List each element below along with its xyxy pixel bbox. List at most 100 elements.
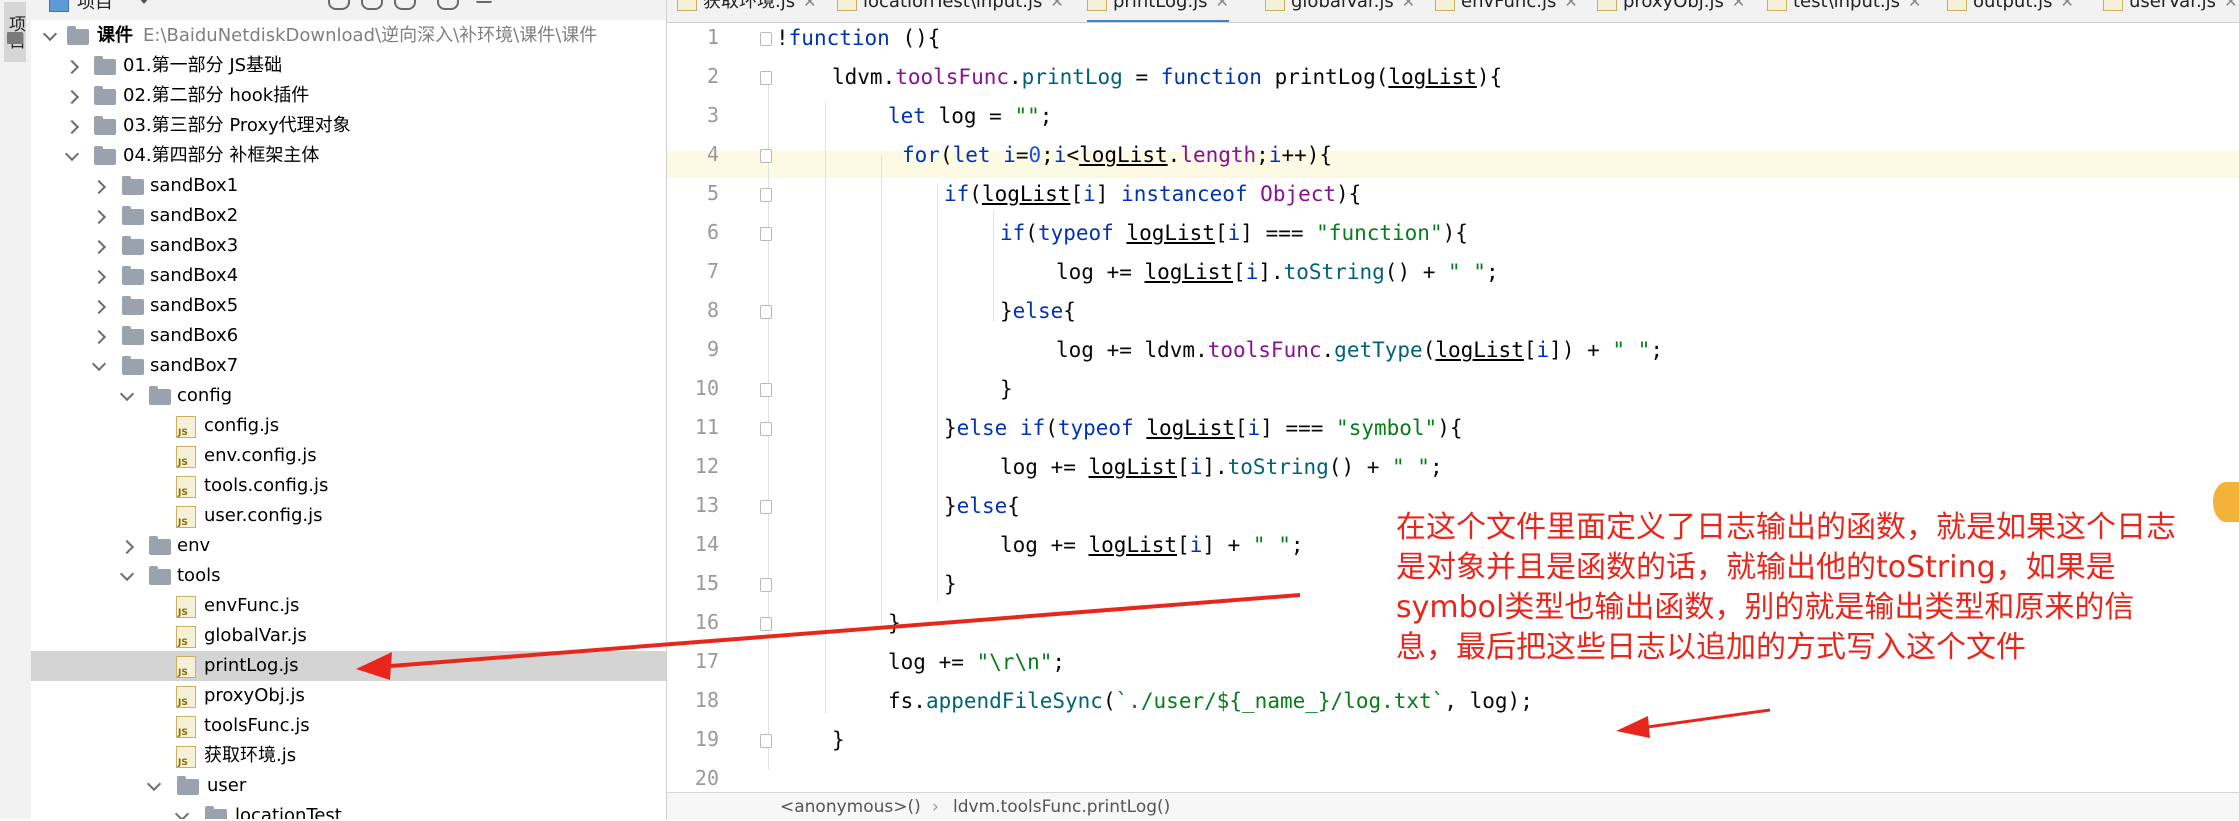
tree-item[interactable]: sandBox5 (31, 291, 666, 321)
breadcrumb-item[interactable]: ldvm.toolsFunc.printLog() (953, 793, 1170, 821)
chevron-down-icon[interactable] (64, 146, 80, 162)
fold-marker-icon[interactable] (760, 578, 772, 592)
fold-marker-icon[interactable] (760, 500, 772, 514)
fold-marker-icon[interactable] (760, 734, 772, 748)
tree-item[interactable]: locationTest (31, 801, 666, 819)
tree-root[interactable]: 课件 E:\BaiduNetdiskDownload\逆向深入\补环境\课件\课件 (31, 21, 666, 51)
tree-item[interactable]: 获取环境.js (31, 741, 666, 771)
editor-tab[interactable]: 获取环境.js ✕ (677, 0, 817, 20)
tree-item[interactable]: sandBox3 (31, 231, 666, 261)
collapse-all-icon[interactable] (361, 0, 383, 10)
code-line: }else{ (1000, 299, 1076, 323)
chevron-right-icon[interactable] (119, 539, 135, 555)
chevron-down-icon[interactable] (119, 386, 135, 402)
tree-item[interactable]: 03.第三部分 Proxy代理对象 (31, 111, 666, 141)
editor-tab[interactable]: envFunc.js ✕ (1435, 0, 1578, 20)
js-file-icon (677, 0, 697, 11)
fold-marker-icon[interactable] (760, 305, 772, 319)
locate-icon[interactable] (328, 0, 350, 10)
expand-all-icon[interactable] (394, 0, 416, 10)
fold-marker-icon[interactable] (760, 149, 772, 163)
gear-icon[interactable] (437, 0, 459, 10)
project-view-selector[interactable]: 项目 (49, 0, 113, 14)
close-icon[interactable]: ✕ (803, 0, 816, 11)
editor-tab[interactable]: userVar.js ✕ (2103, 0, 2237, 20)
tree-item[interactable]: envFunc.js (31, 591, 666, 621)
tree-item[interactable]: tools (31, 561, 666, 591)
tree-item-label: sandBox7 (150, 355, 239, 376)
tree-item-label: 01.第一部分 JS基础 (123, 55, 283, 76)
tree-item[interactable]: config (31, 381, 666, 411)
tree-item[interactable]: env.config.js (31, 441, 666, 471)
close-icon[interactable]: ✕ (1216, 0, 1229, 11)
tree-item-label: sandBox4 (150, 265, 239, 286)
editor-tab[interactable]: test\input.js ✕ (1767, 0, 1921, 20)
chevron-right-icon[interactable] (64, 119, 80, 135)
fold-marker-icon[interactable] (760, 227, 772, 241)
chevron-down-icon[interactable] (42, 26, 58, 42)
close-icon[interactable]: ✕ (1050, 0, 1063, 11)
folder-icon (67, 26, 89, 45)
editor-tab[interactable]: globalVar.js ✕ (1265, 0, 1415, 20)
tree-item[interactable]: tools.config.js (31, 471, 666, 501)
tree-item[interactable]: config.js (31, 411, 666, 441)
fold-marker-icon[interactable] (760, 32, 772, 46)
tool-window-strip: 项目 (0, 0, 32, 819)
tree-item-label: 03.第三部分 Proxy代理对象 (123, 115, 351, 136)
chevron-right-icon[interactable] (91, 209, 107, 225)
tree-item[interactable]: sandBox6 (31, 321, 666, 351)
close-icon[interactable]: ✕ (1564, 0, 1577, 11)
editor-tab[interactable]: proxyObj.js ✕ (1597, 0, 1745, 20)
tree-item[interactable]: sandBox7 (31, 351, 666, 381)
code-line: if(typeof logList[i] === "function"){ (1000, 221, 1468, 245)
editor-tab[interactable]: output.js ✕ (1947, 0, 2074, 20)
tree-item[interactable]: user (31, 771, 666, 801)
tree-item[interactable]: sandBox2 (31, 201, 666, 231)
close-icon[interactable]: ✕ (1732, 0, 1745, 11)
folder-icon (122, 176, 144, 195)
chevron-right-icon[interactable] (91, 299, 107, 315)
chevron-right-icon[interactable] (64, 59, 80, 75)
close-icon[interactable]: ✕ (2224, 0, 2237, 11)
close-icon[interactable]: ✕ (1402, 0, 1415, 11)
chevron-right-icon[interactable] (91, 179, 107, 195)
chevron-down-icon[interactable] (91, 356, 107, 372)
tree-item-selected[interactable]: printLog.js (31, 651, 666, 681)
tree-item[interactable]: 02.第二部分 hook插件 (31, 81, 666, 111)
editor-tab-active[interactable]: printLog.js ✕ (1087, 0, 1229, 22)
tree-item[interactable]: proxyObj.js (31, 681, 666, 711)
chevron-right-icon[interactable] (91, 269, 107, 285)
tree-item[interactable]: user.config.js (31, 501, 666, 531)
editor-tab[interactable]: locationTest\input.js ✕ (837, 0, 1064, 20)
folder-icon (177, 776, 199, 795)
close-icon[interactable]: ✕ (1908, 0, 1921, 11)
tree-item-label: tools (177, 565, 221, 586)
code-area[interactable]: 1 2 3 4 5 6 7 8 9 10 11 12 13 14 15 16 1… (667, 22, 2239, 792)
fold-marker-icon[interactable] (760, 188, 772, 202)
tree-item[interactable]: 04.第四部分 补框架主体 (31, 141, 666, 171)
line-number: 3 (706, 103, 719, 127)
chevron-down-icon[interactable] (137, 0, 151, 4)
breadcrumb-item[interactable]: <anonymous>() (780, 793, 921, 821)
tree-item[interactable]: env (31, 531, 666, 561)
chevron-down-icon[interactable] (146, 776, 162, 792)
chevron-right-icon[interactable] (64, 89, 80, 105)
fold-marker-icon[interactable] (760, 383, 772, 397)
fold-marker-icon[interactable] (760, 422, 772, 436)
tree-item[interactable]: sandBox4 (31, 261, 666, 291)
fold-marker-icon[interactable] (760, 71, 772, 85)
tree-root-label: 课件 E:\BaiduNetdiskDownload\逆向深入\补环境\课件\课件 (97, 25, 598, 46)
chevron-down-icon[interactable] (119, 566, 135, 582)
tree-item[interactable]: toolsFunc.js (31, 711, 666, 741)
fold-marker-icon[interactable] (760, 617, 772, 631)
tree-item[interactable]: globalVar.js (31, 621, 666, 651)
chevron-right-icon[interactable] (91, 239, 107, 255)
tree-item-label: 获取环境.js (204, 745, 297, 766)
tree-item[interactable]: 01.第一部分 JS基础 (31, 51, 666, 81)
tree-item[interactable]: sandBox1 (31, 171, 666, 201)
chevron-down-icon[interactable] (174, 806, 190, 819)
minimize-icon[interactable] (476, 1, 492, 3)
chevron-right-icon[interactable] (91, 329, 107, 345)
code-line: } (944, 572, 957, 596)
close-icon[interactable]: ✕ (2060, 0, 2073, 11)
